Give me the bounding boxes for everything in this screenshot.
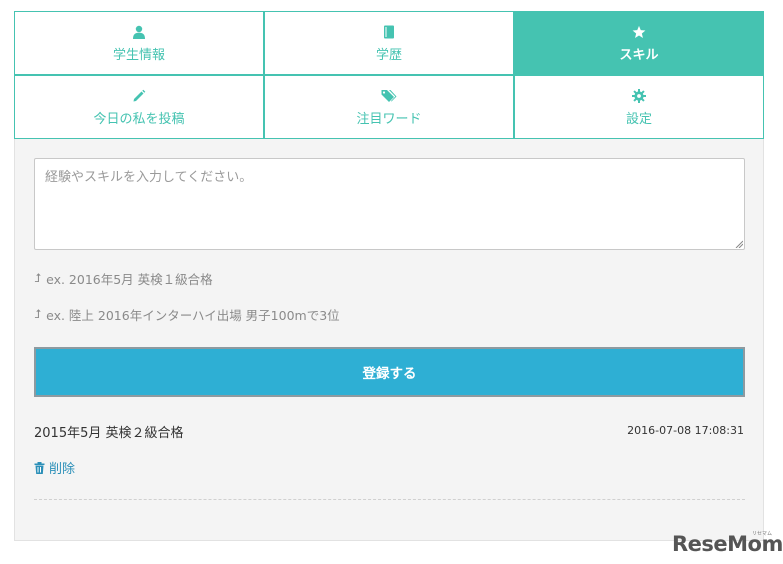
arrow-up-icon: ⮥ <box>34 307 42 321</box>
tab-row-2: 今日の私を投稿 注目ワード 設定 <box>14 75 764 139</box>
example-hint-2: ⮥ ex. 陸上 2016年インターハイ出場 男子100mで3位 <box>34 305 340 324</box>
tab-label: 注目ワード <box>356 111 422 127</box>
tab-featured-words[interactable]: 注目ワード <box>264 75 514 139</box>
tab-label: 今日の私を投稿 <box>93 111 185 127</box>
delete-label: 削除 <box>49 462 76 477</box>
star-icon <box>632 24 646 40</box>
register-button[interactable]: 登録する <box>34 347 745 397</box>
entry-divider <box>34 499 745 500</box>
delete-link[interactable]: 削除 <box>34 458 75 477</box>
skill-entry-text: 2015年5月 英検２級合格 <box>34 426 184 441</box>
tags-icon <box>381 88 397 104</box>
gear-icon <box>632 88 646 104</box>
arrow-up-icon: ⮥ <box>34 271 42 285</box>
tab-label: 設定 <box>625 111 652 127</box>
trash-icon <box>34 461 45 474</box>
example-text: ex. 2016年5月 英検１級合格 <box>46 272 213 287</box>
resize-handle-icon[interactable] <box>735 240 743 248</box>
tab-post-today[interactable]: 今日の私を投稿 <box>14 75 264 139</box>
book-icon <box>383 24 395 40</box>
tab-settings[interactable]: 設定 <box>514 75 764 139</box>
register-button-label: 登録する <box>362 366 417 382</box>
tab-row-1: 学生情報 学歴 スキル <box>14 11 764 75</box>
tab-label: 学生情報 <box>112 47 165 63</box>
tab-label: スキル <box>619 47 659 63</box>
user-icon <box>133 24 145 40</box>
example-text: ex. 陸上 2016年インターハイ出場 男子100mで3位 <box>46 308 340 323</box>
pencil-icon <box>132 88 146 104</box>
tab-bar: 学生情報 学歴 スキル 今日の私を投稿 注目ワード 設定 <box>14 11 764 139</box>
example-hint-1: ⮥ ex. 2016年5月 英検１級合格 <box>34 269 213 288</box>
skill-entry-timestamp: 2016-07-08 17:08:31 <box>627 424 744 437</box>
resemom-logo-kana: リセマム <box>752 531 773 537</box>
tab-label: 学歴 <box>375 47 402 63</box>
skill-input[interactable] <box>34 158 745 250</box>
tab-student-info[interactable]: 学生情報 <box>14 11 264 75</box>
skills-panel: ⮥ ex. 2016年5月 英検１級合格 ⮥ ex. 陸上 2016年インターハ… <box>14 139 764 541</box>
tab-education[interactable]: 学歴 <box>264 11 514 75</box>
tab-skills[interactable]: スキル <box>514 11 764 75</box>
